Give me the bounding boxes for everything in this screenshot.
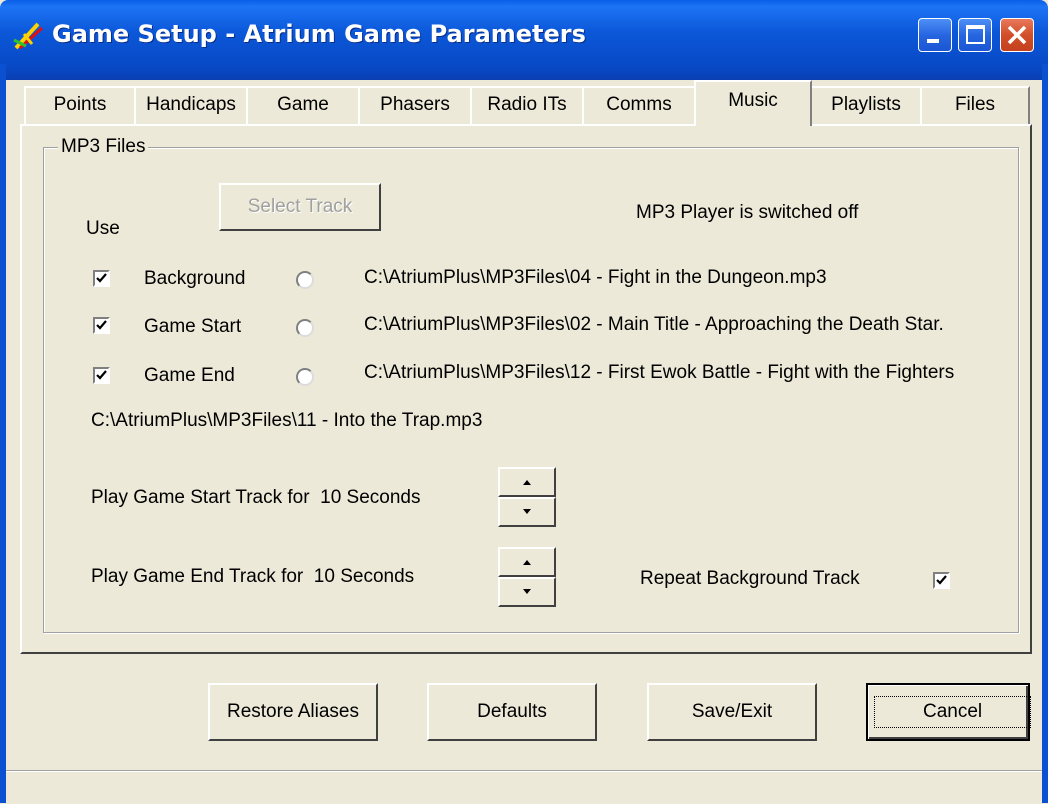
game-start-radio[interactable] — [296, 319, 314, 337]
checkmark-icon — [96, 370, 107, 380]
tab-label: Playlists — [831, 94, 901, 115]
arrow-up-icon — [523, 560, 531, 565]
defaults-button[interactable]: Defaults — [427, 683, 597, 741]
tab-label: Game — [277, 94, 329, 115]
tab-label: Music — [728, 90, 778, 111]
group-title: MP3 Files — [58, 136, 149, 158]
select-track-button[interactable]: Select Track — [219, 183, 381, 231]
tab-handicaps[interactable]: Handicaps — [134, 86, 248, 124]
checkmark-icon — [96, 273, 107, 283]
window-frame-right — [1042, 64, 1048, 803]
player-status-label: MP3 Player is switched off — [636, 202, 859, 223]
title-bar[interactable]: Game Setup - Atrium Game Parameters — [0, 0, 1048, 80]
close-icon — [1007, 25, 1027, 45]
maximize-button[interactable] — [958, 18, 992, 52]
tab-playlists[interactable]: Playlists — [810, 86, 922, 124]
window-frame-left — [0, 64, 6, 803]
tab-label: Radio ITs — [487, 94, 567, 115]
game-end-track-path: C:\AtriumPlus\MP3Files\12 - First Ewok B… — [364, 362, 955, 383]
spin-up-button[interactable] — [498, 547, 556, 577]
status-bar — [6, 770, 1042, 804]
spin-up-button[interactable] — [498, 467, 556, 497]
tab-files[interactable]: Files — [920, 86, 1030, 124]
close-window-button[interactable] — [1000, 18, 1034, 52]
tab-points[interactable]: Points — [24, 86, 136, 124]
app-swords-icon — [13, 22, 44, 50]
arrow-down-icon — [523, 509, 531, 514]
background-track-path: C:\AtriumPlus\MP3Files\04 - Fight in the… — [364, 267, 827, 288]
tab-music[interactable]: Music — [694, 80, 812, 126]
use-game-end-checkbox[interactable] — [93, 367, 110, 384]
end-duration-spinner[interactable] — [498, 547, 556, 607]
arrow-down-icon — [523, 589, 531, 594]
game-end-radio[interactable] — [296, 368, 314, 386]
start-duration-spinner[interactable] — [498, 467, 556, 527]
save-exit-button[interactable]: Save/Exit — [647, 683, 817, 741]
tab-label: Comms — [606, 94, 672, 115]
game-start-track-path: C:\AtriumPlus\MP3Files\02 - Main Title -… — [364, 314, 944, 335]
game-end-label: Game End — [144, 365, 235, 386]
checkmark-icon — [936, 575, 947, 585]
minimize-button[interactable] — [918, 18, 952, 52]
extra-track-path: C:\AtriumPlus\MP3Files\11 - Into the Tra… — [91, 410, 483, 431]
spin-down-button[interactable] — [498, 577, 556, 607]
maximize-icon — [966, 25, 985, 44]
use-column-label: Use — [86, 218, 120, 239]
end-duration-label: Play Game End Track for 10 Seconds — [91, 566, 415, 587]
minimize-icon — [927, 39, 939, 43]
checkmark-icon — [96, 320, 107, 330]
background-label: Background — [144, 268, 246, 289]
restore-aliases-button[interactable]: Restore Aliases — [208, 683, 378, 741]
use-game-start-checkbox[interactable] — [93, 317, 110, 334]
tab-radio-its[interactable]: Radio ITs — [470, 86, 584, 124]
start-duration-label: Play Game Start Track for 10 Seconds — [91, 487, 421, 508]
tab-label: Phasers — [380, 94, 450, 115]
tab-label: Files — [954, 94, 996, 115]
tab-game[interactable]: Game — [246, 86, 360, 124]
spin-down-button[interactable] — [498, 497, 556, 527]
repeat-background-label: Repeat Background Track — [640, 568, 860, 589]
tab-comms[interactable]: Comms — [582, 86, 696, 124]
background-radio[interactable] — [296, 271, 314, 289]
cancel-button-label: Cancel — [874, 696, 1032, 728]
repeat-background-checkbox[interactable] — [933, 572, 950, 589]
window-title: Game Setup - Atrium Game Parameters — [52, 20, 586, 48]
use-background-checkbox[interactable] — [93, 270, 110, 287]
tab-label: Points — [53, 94, 107, 115]
tab-phasers[interactable]: Phasers — [358, 86, 472, 124]
game-start-label: Game Start — [144, 316, 242, 337]
cancel-button[interactable]: Cancel — [866, 683, 1032, 741]
tab-label: Handicaps — [146, 94, 236, 115]
arrow-up-icon — [523, 480, 531, 485]
